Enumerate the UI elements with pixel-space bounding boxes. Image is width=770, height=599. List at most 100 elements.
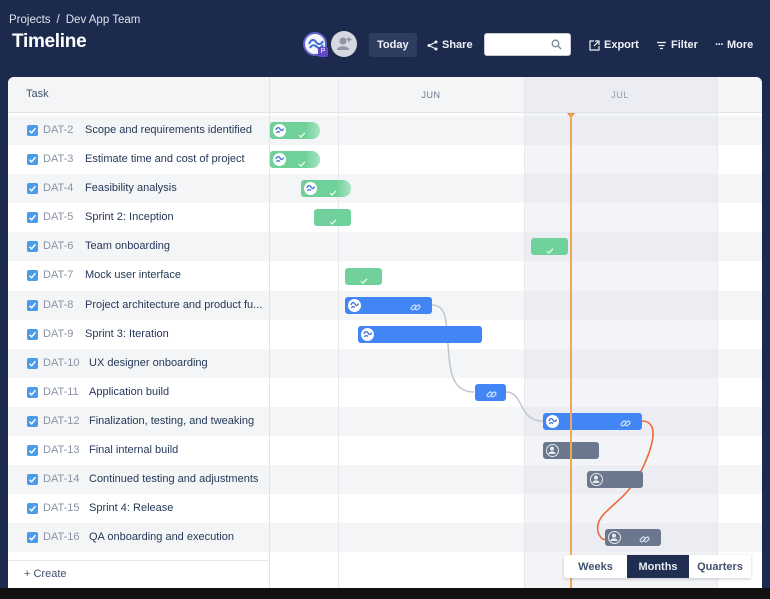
timeline-bar-dat-14[interactable] (587, 471, 643, 489)
assignee-avatar-icon (304, 182, 317, 196)
task-name[interactable]: Estimate time and cost of project (85, 153, 245, 165)
task-checkbox[interactable] (27, 241, 38, 253)
task-checkbox[interactable] (27, 415, 38, 427)
task-name[interactable]: Continued testing and adjustments (89, 473, 258, 485)
task-checkbox[interactable] (27, 183, 38, 195)
task-key[interactable]: DAT-5 (43, 211, 73, 223)
task-checkbox[interactable] (27, 503, 38, 515)
task-name[interactable]: Finalization, testing, and tweaking (89, 415, 254, 427)
task-checkbox[interactable] (27, 532, 38, 544)
task-checkbox[interactable] (27, 270, 38, 282)
timescale-switch: Weeks Months Quarters (564, 555, 751, 578)
task-key[interactable]: DAT-15 (43, 502, 79, 514)
task-checkbox[interactable] (27, 154, 38, 166)
task-name[interactable]: Project architecture and product fu... (85, 299, 262, 311)
create-task-button[interactable]: + Create (8, 560, 269, 588)
timeline-bar-dat-8[interactable] (345, 296, 432, 314)
task-name[interactable]: Team onboarding (85, 240, 170, 252)
checkmark-icon (28, 476, 37, 484)
task-name[interactable]: QA onboarding and execution (89, 531, 234, 543)
timeline-bar-dat-7[interactable] (345, 267, 382, 285)
task-checkbox[interactable] (27, 299, 38, 311)
task-name[interactable]: Final internal build (89, 444, 178, 456)
task-checkbox[interactable] (27, 328, 38, 340)
timeline-bar-dat-3[interactable] (270, 151, 320, 169)
task-key[interactable]: DAT-8 (43, 299, 73, 311)
assignee-avatar-icon (273, 124, 286, 137)
task-key[interactable]: DAT-14 (43, 473, 79, 485)
done-check-icon (360, 272, 368, 290)
timeline-bar-dat-2[interactable] (270, 122, 320, 139)
grid-line (524, 77, 525, 588)
task-checkbox[interactable] (27, 357, 38, 369)
timeline-bar-dat-16[interactable] (605, 529, 661, 547)
checkmark-icon (28, 535, 37, 542)
timeline-bar-dat-12[interactable] (543, 413, 642, 430)
task-checkbox[interactable] (27, 445, 38, 457)
task-checkbox[interactable] (27, 125, 38, 136)
task-name[interactable]: Sprint 3: Iteration (85, 328, 169, 340)
filter-icon (657, 41, 666, 49)
add-people-button[interactable] (331, 31, 357, 57)
done-check-icon (329, 184, 337, 202)
task-name[interactable]: Sprint 4: Release (89, 502, 173, 514)
task-name[interactable]: Sprint 2: Inception (85, 211, 174, 223)
breadcrumb-separator: / (56, 14, 60, 26)
task-key[interactable]: DAT-3 (43, 153, 73, 165)
share-label: Share (442, 39, 473, 51)
share-button[interactable]: Share (427, 33, 473, 57)
more-button[interactable]: ··· More (715, 33, 753, 57)
task-name[interactable]: Application build (89, 386, 169, 398)
timeline-panel: Task JUN JUL DAT-2 Scope and requirements… (8, 77, 762, 588)
link-icon[interactable] (486, 387, 497, 405)
task-name[interactable]: Mock user interface (85, 269, 181, 281)
today-label: Today (377, 39, 409, 51)
task-column-header: Task (26, 88, 49, 100)
breadcrumb-dev-app-team[interactable]: Dev App Team (66, 14, 141, 26)
assignee-avatar-icon (361, 327, 374, 341)
checkmark-icon (28, 331, 37, 338)
task-key[interactable]: DAT-4 (43, 182, 73, 194)
task-name[interactable]: Scope and requirements identified (85, 124, 252, 136)
filter-button[interactable]: Filter (656, 33, 698, 57)
timeline-bar-dat-9[interactable] (358, 325, 482, 343)
page-title: Timeline (12, 31, 87, 52)
task-key[interactable]: DAT-16 (43, 531, 79, 543)
task-key[interactable]: DAT-7 (43, 269, 73, 281)
task-key[interactable]: DAT-2 (43, 124, 73, 136)
timescale-quarters[interactable]: Quarters (689, 555, 751, 578)
task-checkbox[interactable] (27, 474, 38, 486)
timeline-bar-dat-6[interactable] (531, 238, 568, 256)
task-key[interactable]: DAT-13 (43, 444, 79, 456)
timeline-bar-dat-11[interactable] (475, 383, 506, 401)
assignee-avatar-icon (546, 415, 559, 428)
search-icon (551, 39, 562, 50)
checkmark-icon (28, 447, 37, 454)
breadcrumb-projects[interactable]: Projects (9, 14, 51, 26)
link-icon[interactable] (620, 416, 631, 434)
checkmark-icon (28, 127, 37, 134)
link-icon[interactable] (410, 300, 421, 318)
timeline-bar-dat-5[interactable] (314, 209, 351, 227)
export-button[interactable]: Export (589, 33, 639, 57)
link-icon[interactable] (639, 532, 650, 550)
task-key[interactable]: DAT-12 (43, 415, 79, 427)
grid-line (717, 77, 718, 588)
timeline-bar-dat-4[interactable] (301, 180, 351, 198)
search-input[interactable] (484, 33, 571, 56)
filter-label: Filter (671, 39, 698, 51)
today-button[interactable]: Today (369, 33, 417, 57)
timescale-months[interactable]: Months (627, 555, 689, 578)
task-checkbox[interactable] (27, 212, 38, 224)
task-name[interactable]: UX designer onboarding (89, 357, 208, 369)
grid-line (338, 77, 339, 588)
timescale-weeks[interactable]: Weeks (564, 555, 627, 578)
task-key[interactable]: DAT-6 (43, 240, 73, 252)
task-key[interactable]: DAT-10 (43, 357, 79, 369)
task-checkbox[interactable] (27, 386, 38, 398)
assignee-avatar-icon (348, 298, 361, 312)
task-name[interactable]: Feasibility analysis (85, 182, 177, 194)
task-key[interactable]: DAT-9 (43, 328, 73, 340)
task-key[interactable]: DAT-11 (43, 386, 79, 398)
today-line (570, 113, 572, 588)
